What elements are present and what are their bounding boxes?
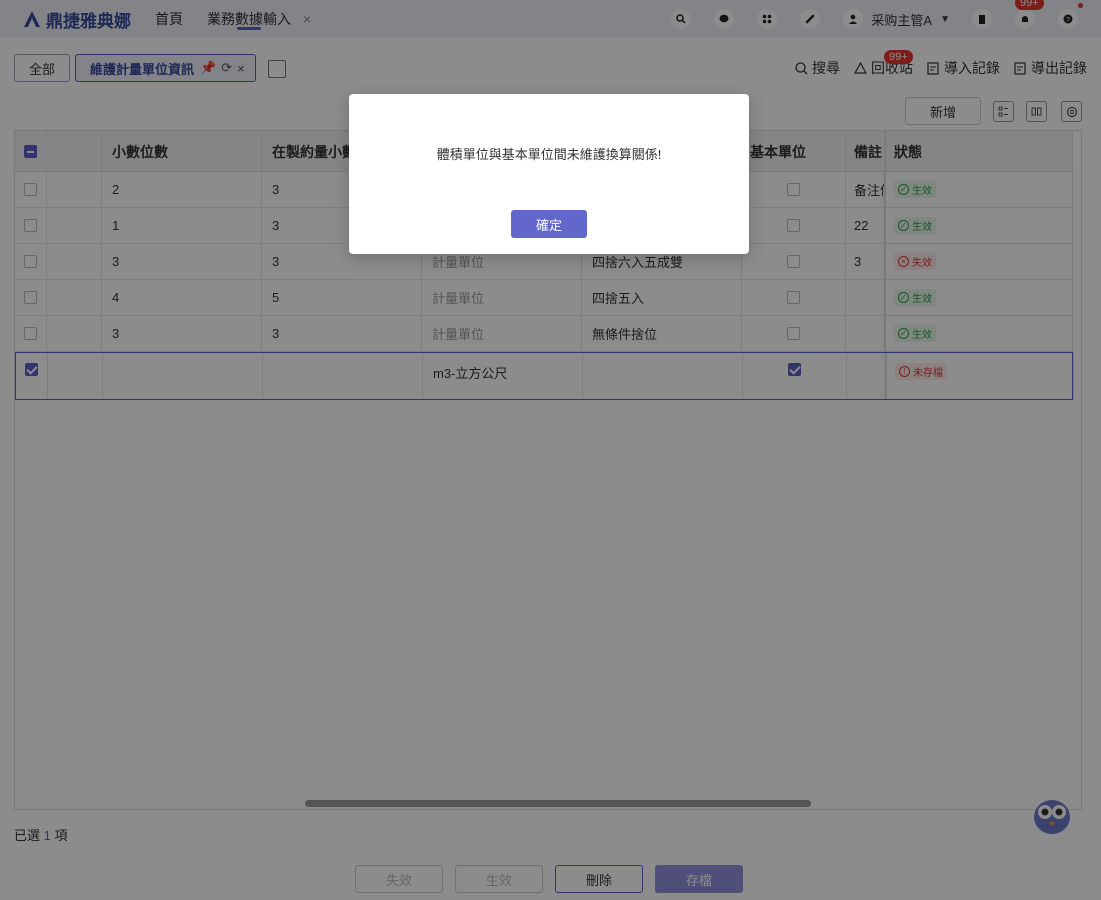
confirm-button[interactable]: 確定 (511, 210, 587, 238)
alert-dialog: 體積單位與基本單位間未維護換算關係! 確定 (349, 94, 749, 254)
alert-message: 體積單位與基本單位間未維護換算關係! (436, 147, 662, 162)
